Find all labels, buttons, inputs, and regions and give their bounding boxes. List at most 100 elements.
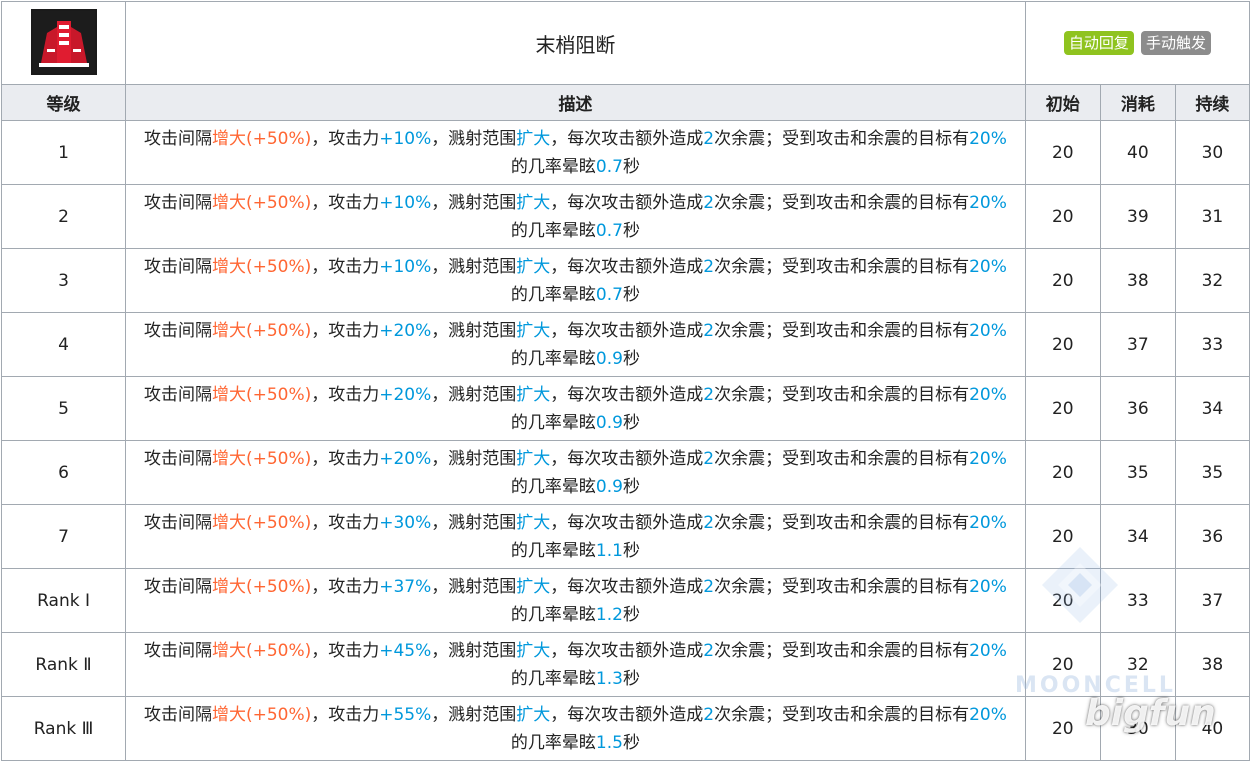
- description-cell: 攻击间隔增大(+50%)，攻击力+20%，溅射范围扩大，每次攻击额外造成2次余震…: [125, 312, 1026, 377]
- desc-text: 次余震；受到攻击和余震的目标有: [714, 256, 970, 277]
- desc-text: 秒: [622, 348, 640, 369]
- desc-text: ，溅射范围: [431, 704, 517, 725]
- desc-aftershock-count: 2: [703, 512, 715, 533]
- desc-interval-increase: 增大(+50%): [211, 448, 312, 469]
- skill-name: 末梢阻断: [125, 1, 1026, 85]
- desc-text: ，每次攻击额外造成: [550, 640, 704, 661]
- desc-stun-duration: 1.5: [595, 732, 623, 753]
- desc-text: 次余震；受到攻击和余震的目标有: [714, 512, 970, 533]
- desc-attack-value: +45%: [379, 640, 432, 661]
- desc-text: 次余震；受到攻击和余震的目标有: [714, 384, 970, 405]
- desc-text: ，每次攻击额外造成: [550, 256, 704, 277]
- desc-text: 攻击间隔: [143, 128, 212, 149]
- initial-sp-cell: 20: [1024, 696, 1101, 761]
- desc-text: 的几率晕眩: [510, 604, 596, 625]
- table-row: 3 攻击间隔增大(+50%)，攻击力+10%，溅射范围扩大，每次攻击额外造成2次余…: [0, 248, 1251, 313]
- header-description: 描述: [125, 84, 1026, 121]
- header-duration: 持续: [1174, 84, 1251, 121]
- desc-text: 的几率晕眩: [510, 220, 596, 241]
- desc-stun-chance: 20%: [969, 192, 1007, 213]
- description-cell: 攻击间隔增大(+50%)，攻击力+55%，溅射范围扩大，每次攻击额外造成2次余震…: [125, 696, 1026, 761]
- description-cell: 攻击间隔增大(+50%)，攻击力+10%，溅射范围扩大，每次攻击额外造成2次余震…: [125, 184, 1026, 249]
- desc-attack-value: +37%: [379, 576, 432, 597]
- desc-text: 的几率晕眩: [510, 348, 596, 369]
- desc-text: ，攻击力: [311, 512, 380, 533]
- sp-cost-cell: 34: [1099, 504, 1176, 569]
- initial-sp-cell: 20: [1024, 376, 1101, 441]
- desc-text: 秒: [622, 732, 640, 753]
- duration-cell: 35: [1174, 440, 1251, 505]
- desc-text: 秒: [622, 668, 640, 689]
- desc-text: 秒: [622, 412, 640, 433]
- column-header-row: 等级 描述 初始 消耗 持续: [0, 84, 1251, 121]
- skill-tags: 自动回复 手动触发: [1024, 1, 1251, 85]
- description-cell: 攻击间隔增大(+50%)，攻击力+10%，溅射范围扩大，每次攻击额外造成2次余震…: [125, 120, 1026, 185]
- level-cell: Rank Ⅰ: [0, 568, 127, 633]
- desc-stun-duration: 1.1: [595, 540, 623, 561]
- desc-text: ，每次攻击额外造成: [550, 192, 704, 213]
- sp-cost-cell: 30: [1099, 696, 1176, 761]
- tag-auto-recovery: 自动回复: [1063, 31, 1134, 55]
- desc-interval-increase: 增大(+50%): [211, 256, 312, 277]
- sp-cost-cell: 37: [1099, 312, 1176, 377]
- desc-text: 的几率晕眩: [510, 732, 596, 753]
- desc-text: ，攻击力: [311, 576, 380, 597]
- desc-text: 攻击间隔: [143, 640, 212, 661]
- desc-interval-increase: 增大(+50%): [211, 704, 312, 725]
- desc-interval-increase: 增大(+50%): [211, 576, 312, 597]
- description-cell: 攻击间隔增大(+50%)，攻击力+20%，溅射范围扩大，每次攻击额外造成2次余震…: [125, 440, 1026, 505]
- desc-text: ，攻击力: [311, 384, 380, 405]
- desc-text: 次余震；受到攻击和余震的目标有: [714, 128, 970, 149]
- desc-text: 秒: [622, 220, 640, 241]
- desc-stun-duration: 1.2: [595, 604, 623, 625]
- desc-stun-duration: 0.9: [595, 412, 623, 433]
- desc-interval-increase: 增大(+50%): [211, 512, 312, 533]
- desc-attack-value: +20%: [379, 448, 432, 469]
- desc-stun-duration: 0.7: [595, 220, 623, 241]
- level-cell: 4: [0, 312, 127, 377]
- desc-text: ，溅射范围: [431, 192, 517, 213]
- desc-interval-increase: 增大(+50%): [211, 640, 312, 661]
- desc-text: 的几率晕眩: [510, 540, 596, 561]
- desc-stun-chance: 20%: [969, 704, 1007, 725]
- desc-stun-chance: 20%: [969, 128, 1007, 149]
- desc-text: 次余震；受到攻击和余震的目标有: [714, 192, 970, 213]
- desc-text: ，溅射范围: [431, 128, 517, 149]
- desc-attack-value: +20%: [379, 320, 432, 341]
- desc-attack-value: +10%: [379, 256, 432, 277]
- duration-cell: 36: [1174, 504, 1251, 569]
- skill-header-row: 末梢阻断 自动回复 手动触发: [0, 1, 1251, 85]
- skill-table: 末梢阻断 自动回复 手动触发 等级 描述 初始 消耗 持续 1 攻击间隔增大(+5…: [0, 1, 1251, 761]
- sp-cost-cell: 32: [1099, 632, 1176, 697]
- desc-text: 的几率晕眩: [510, 156, 596, 177]
- desc-text: 次余震；受到攻击和余震的目标有: [714, 448, 970, 469]
- desc-text: ，攻击力: [311, 448, 380, 469]
- desc-interval-increase: 增大(+50%): [211, 128, 312, 149]
- header-cost: 消耗: [1099, 84, 1176, 121]
- skill-level-rows: 1 攻击间隔增大(+50%)，攻击力+10%，溅射范围扩大，每次攻击额外造成2次余…: [0, 120, 1251, 761]
- desc-text: 的几率晕眩: [510, 412, 596, 433]
- table-row: Rank Ⅰ 攻击间隔增大(+50%)，攻击力+37%，溅射范围扩大，每次攻击额外…: [0, 568, 1251, 633]
- desc-text: 次余震；受到攻击和余震的目标有: [714, 320, 970, 341]
- desc-text: 次余震；受到攻击和余震的目标有: [714, 640, 970, 661]
- desc-stun-chance: 20%: [969, 320, 1007, 341]
- desc-attack-value: +30%: [379, 512, 432, 533]
- tag-manual-trigger: 手动触发: [1140, 31, 1211, 55]
- desc-text: ，每次攻击额外造成: [550, 448, 704, 469]
- desc-stun-chance: 20%: [969, 384, 1007, 405]
- desc-text: 的几率晕眩: [510, 668, 596, 689]
- table-row: 5 攻击间隔增大(+50%)，攻击力+20%，溅射范围扩大，每次攻击额外造成2次余…: [0, 376, 1251, 441]
- desc-stun-duration: 0.9: [595, 476, 623, 497]
- table-row: Rank Ⅲ 攻击间隔增大(+50%)，攻击力+55%，溅射范围扩大，每次攻击额外…: [0, 696, 1251, 761]
- desc-text: 的几率晕眩: [510, 476, 596, 497]
- desc-text: ，每次攻击额外造成: [550, 704, 704, 725]
- desc-aftershock-count: 2: [703, 384, 715, 405]
- sp-cost-cell: 33: [1099, 568, 1176, 633]
- desc-text: 攻击间隔: [143, 192, 212, 213]
- desc-text: 秒: [622, 284, 640, 305]
- desc-text: 攻击间隔: [143, 384, 212, 405]
- skill-icon-cell: [0, 1, 127, 85]
- header-initial: 初始: [1024, 84, 1101, 121]
- initial-sp-cell: 20: [1024, 440, 1101, 505]
- desc-splash-expand: 扩大: [516, 704, 551, 725]
